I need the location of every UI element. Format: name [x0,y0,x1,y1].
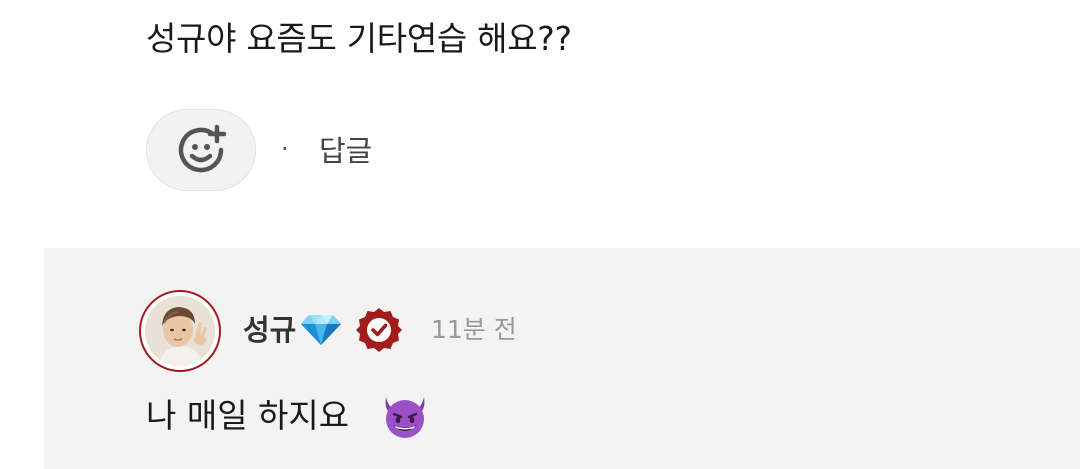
avatar-photo [145,296,215,366]
smiling-devil-icon [385,397,425,438]
reply-username[interactable]: 성규 [243,308,296,352]
comment-block: 성규야 요즘도 기타연습 해요?? · 답글 [0,0,1080,248]
reply-text: 나 매일 하지요 [146,396,350,435]
separator-dot: · [281,135,289,163]
add-reaction-smiley-icon [178,124,227,173]
avatar[interactable] [139,290,221,372]
comment-text: 성규야 요즘도 기타연습 해요?? [146,19,572,58]
reply-timestamp: 11분 전 [431,315,517,344]
add-reaction-button[interactable] [146,109,256,191]
reply-button[interactable]: 답글 [319,129,372,173]
diamond-icon [301,315,341,345]
verified-badge-icon [356,308,402,352]
